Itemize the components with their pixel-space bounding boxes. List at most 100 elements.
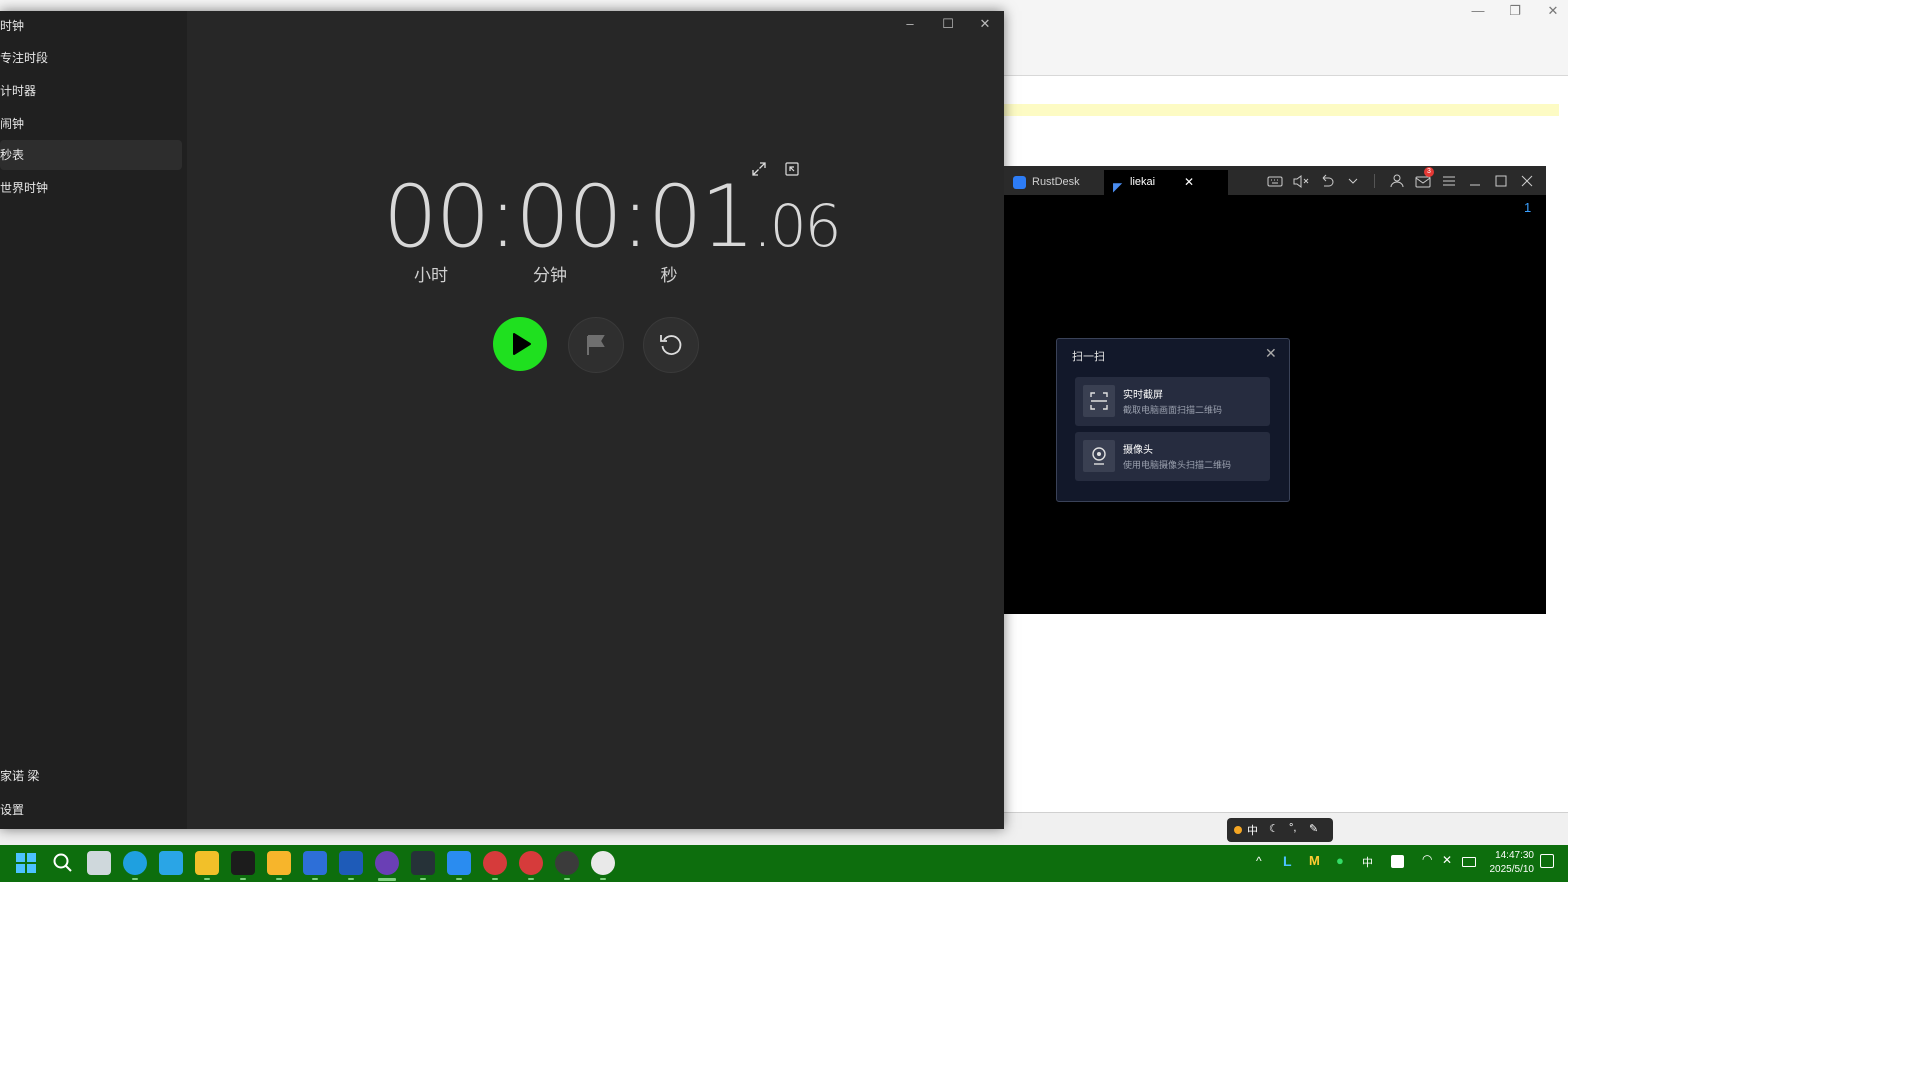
close-button[interactable]: ✕ <box>970 11 1000 37</box>
current-line-highlight <box>1004 104 1559 116</box>
chevron-down-icon[interactable] <box>1342 170 1364 192</box>
minutes-label: 分钟 <box>533 266 567 285</box>
running-indicator <box>564 878 570 880</box>
pen-app-icon[interactable] <box>231 851 255 875</box>
running-indicator <box>132 878 138 880</box>
seconds-digits: 01 <box>647 167 755 267</box>
moon-icon[interactable]: ☾ <box>1269 822 1279 835</box>
nav-item-clock[interactable]: 时钟 <box>0 11 182 41</box>
maximize-button[interactable]: ☐ <box>933 11 963 37</box>
rd-close-button[interactable] <box>1516 170 1538 192</box>
nav-item-label: 闹钟 <box>0 117 25 131</box>
bg-minimize-button[interactable]: — <box>1463 3 1493 18</box>
rustdesk-tabbar: RustDesk ◤ liekai ✕ 3 <box>1004 166 1546 195</box>
text-app-icon[interactable] <box>411 851 435 875</box>
separator: : <box>620 167 650 267</box>
bg-restore-button[interactable]: ❐ <box>1500 3 1530 19</box>
nav-item-focus-sessions[interactable]: 专注时段 <box>0 43 182 73</box>
checkbox-tray-icon[interactable] <box>1391 855 1404 868</box>
nav-item-world-clock[interactable]: 世界时钟 <box>0 173 182 203</box>
tray-app-l-icon[interactable]: L <box>1283 853 1292 869</box>
scan-option-camera[interactable]: 摄像头 使用电脑摄像头扫描二维码 <box>1075 432 1270 481</box>
flutter-logo-icon: ◤ <box>1113 180 1123 194</box>
file-explorer-icon[interactable] <box>195 851 219 875</box>
clock-app-window: 时钟 专注时段 计时器 闹钟 秒表 世界时钟 家诺 梁 设置 – ☐ ✕ 00:… <box>0 11 1004 829</box>
clock-time[interactable]: 14:47:30 <box>1484 850 1534 861</box>
fraction-digits: .06 <box>753 192 841 260</box>
flag-icon <box>587 335 605 355</box>
lap-button[interactable] <box>568 317 624 373</box>
wifi-icon[interactable]: ◠ <box>1422 852 1432 866</box>
start-icon[interactable] <box>16 853 36 873</box>
toolbar-divider <box>1374 174 1375 188</box>
running-indicator <box>348 878 354 880</box>
edge-browser-icon[interactable] <box>123 851 147 875</box>
nav-item-label: 计时器 <box>0 84 37 98</box>
search-icon[interactable] <box>51 851 75 875</box>
qq-browser-icon[interactable] <box>159 851 183 875</box>
clock-app-icon[interactable] <box>591 851 615 875</box>
reset-button[interactable] <box>643 317 699 373</box>
mute-icon[interactable] <box>1290 170 1312 192</box>
hours-digits: 00 <box>383 167 490 267</box>
media-app-2-icon[interactable] <box>519 851 543 875</box>
ime-indicator[interactable]: 中 <box>1362 854 1373 870</box>
nav-item-stopwatch[interactable]: 秒表 <box>0 140 182 170</box>
seconds-label: 秒 <box>660 266 678 285</box>
rustdesk-logo-icon <box>1013 176 1026 189</box>
nav-item-label: 专注时段 <box>0 51 49 65</box>
bg-close-button[interactable]: ✕ <box>1538 3 1568 19</box>
hours-label: 小时 <box>414 266 448 285</box>
clock-sidebar: 时钟 专注时段 计时器 闹钟 秒表 世界时钟 家诺 梁 设置 <box>0 11 187 829</box>
volume-muted-icon[interactable]: ✕ <box>1442 853 1452 867</box>
wrench-icon[interactable]: ✎ <box>1309 822 1318 835</box>
ime-mode-toggle[interactable]: 中 <box>1247 822 1258 838</box>
nav-item-label: 秒表 <box>0 148 25 162</box>
remote-desktop-icon[interactable] <box>303 851 327 875</box>
tab-close-icon[interactable]: ✕ <box>1184 170 1194 195</box>
keyboard-icon[interactable] <box>1264 170 1286 192</box>
notification-icon[interactable] <box>1540 854 1554 868</box>
chevron-up-icon[interactable]: ^ <box>1256 854 1262 868</box>
minimize-button[interactable]: – <box>895 11 925 37</box>
tab-liekai[interactable]: ◤ liekai ✕ <box>1104 170 1228 195</box>
scan-option-screenshot[interactable]: 实时截屏 截取电脑画面扫描二维码 <box>1075 377 1270 426</box>
clock-date[interactable]: 2025/5/10 <box>1484 864 1535 875</box>
punctuation-icon[interactable]: °, <box>1289 822 1296 834</box>
avatar-app-icon[interactable] <box>555 851 579 875</box>
tray-app-m-icon[interactable]: M <box>1309 853 1320 868</box>
menu-icon[interactable] <box>1438 170 1460 192</box>
battery-icon[interactable] <box>1462 857 1476 867</box>
mail-app-icon[interactable] <box>447 851 471 875</box>
monitor-number[interactable]: 1 <box>1524 200 1531 215</box>
option-subtitle: 截取电脑画面扫描二维码 <box>1123 405 1223 415</box>
running-indicator <box>456 878 462 880</box>
start-button[interactable] <box>493 317 547 371</box>
mail-icon[interactable]: 3 <box>1412 167 1434 192</box>
nav-item-account[interactable]: 家诺 梁 <box>0 761 182 791</box>
undo-icon[interactable] <box>1316 170 1338 192</box>
tab-label: liekai <box>1130 176 1156 188</box>
scan-dialog-title: 扫一扫 <box>1072 351 1105 363</box>
notes-app-icon[interactable] <box>267 851 291 875</box>
camera-icon <box>1083 440 1115 472</box>
word-icon[interactable] <box>339 851 363 875</box>
obsidian-icon[interactable] <box>375 851 399 875</box>
option-subtitle: 使用电脑摄像头扫描二维码 <box>1123 460 1232 470</box>
nav-item-label: 时钟 <box>0 19 25 33</box>
scan-frame-icon <box>1083 385 1115 417</box>
rd-maximize-button[interactable] <box>1490 170 1512 192</box>
running-indicator <box>600 878 606 880</box>
media-app-icon[interactable] <box>483 851 507 875</box>
task-view-icon[interactable] <box>87 851 111 875</box>
microphone-icon[interactable]: ● <box>1336 853 1344 868</box>
separator: : <box>488 167 517 267</box>
nav-item-alarm[interactable]: 闹钟 <box>0 109 182 139</box>
rd-minimize-button[interactable] <box>1464 170 1486 192</box>
nav-item-label: 世界时钟 <box>0 181 49 195</box>
user-icon[interactable] <box>1386 170 1408 192</box>
running-indicator <box>276 878 282 880</box>
nav-item-settings[interactable]: 设置 <box>0 795 182 825</box>
scan-dialog-close-icon[interactable]: ✕ <box>1265 345 1277 362</box>
nav-item-timer[interactable]: 计时器 <box>0 76 182 106</box>
